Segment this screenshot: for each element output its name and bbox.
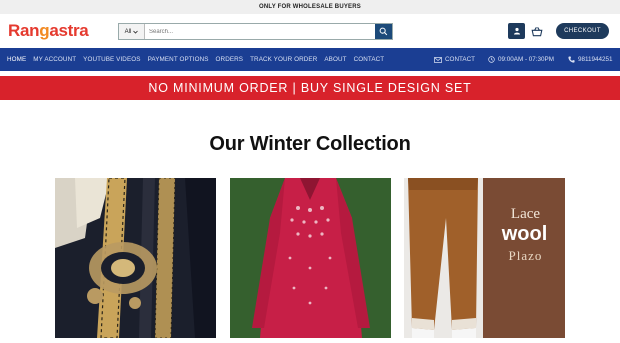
search-bar: All: [118, 23, 393, 40]
product-image-embroidered-jacket: [55, 178, 216, 338]
contact-link-label: CONTACT: [445, 56, 475, 63]
product-card-embroidered-jacket[interactable]: [55, 178, 216, 338]
site-logo[interactable]: Rangastra: [8, 21, 118, 41]
logo-text-3: astra: [49, 21, 89, 40]
basket-icon: [531, 26, 543, 36]
nav-item-youtube-videos[interactable]: YOUTUBE VIDEOS: [83, 56, 140, 63]
overlay-text-lace: Lace: [510, 206, 541, 222]
business-hours: 09:00AM - 07:30PM: [488, 48, 554, 71]
product-card-lace-wool-plazo[interactable]: Lace wool Plazo: [404, 178, 565, 338]
user-icon: [513, 27, 520, 35]
overlay-text-plazo: Plazo: [508, 248, 543, 263]
search-category-label: All: [124, 28, 132, 35]
overlay-text-wool: wool: [501, 223, 548, 245]
search-button[interactable]: [375, 24, 392, 39]
envelope-icon: [434, 56, 442, 63]
promo-banner: NO MINIMUM ORDER | BUY SINGLE DESIGN SET: [0, 76, 620, 100]
hours-text: 09:00AM - 07:30PM: [498, 56, 555, 63]
cart-button[interactable]: [530, 24, 544, 38]
logo-text-2: g: [39, 21, 50, 40]
search-input[interactable]: [145, 24, 375, 39]
logo-text-1: Ran: [8, 21, 40, 40]
nav-item-my-account[interactable]: MY ACCOUNT: [33, 56, 76, 63]
wholesale-banner: ONLY FOR WHOLESALE BUYERS: [0, 0, 620, 14]
phone-number[interactable]: 9811944251: [568, 48, 613, 71]
nav-item-about[interactable]: ABOUT: [324, 56, 346, 63]
main-navigation: HOME MY ACCOUNT YOUTUBE VIDEOS PAYMENT O…: [0, 48, 620, 71]
nav-item-contact[interactable]: CONTACT: [354, 56, 385, 63]
nav-item-track-order[interactable]: TRACK YOUR ORDER: [250, 56, 317, 63]
nav-item-orders[interactable]: ORDERS: [216, 56, 244, 63]
checkout-button[interactable]: CHECKOUT: [556, 23, 609, 39]
search-category-select[interactable]: All: [119, 24, 145, 39]
clock-icon: [488, 56, 495, 63]
product-card-red-kurti[interactable]: [230, 178, 391, 338]
nav-item-home[interactable]: HOME: [7, 56, 26, 63]
section-title: Our Winter Collection: [209, 133, 411, 155]
phone-text: 9811944251: [578, 56, 613, 63]
product-image-red-kurti: [230, 178, 391, 338]
header-contact-link[interactable]: CONTACT: [434, 48, 475, 71]
site-header: Rangastra All: [0, 14, 620, 48]
phone-icon: [568, 56, 575, 63]
search-icon: [379, 27, 388, 36]
chevron-down-icon: [133, 30, 139, 34]
nav-item-payment-options[interactable]: PAYMENT OPTIONS: [148, 56, 209, 63]
account-button[interactable]: [508, 23, 525, 39]
